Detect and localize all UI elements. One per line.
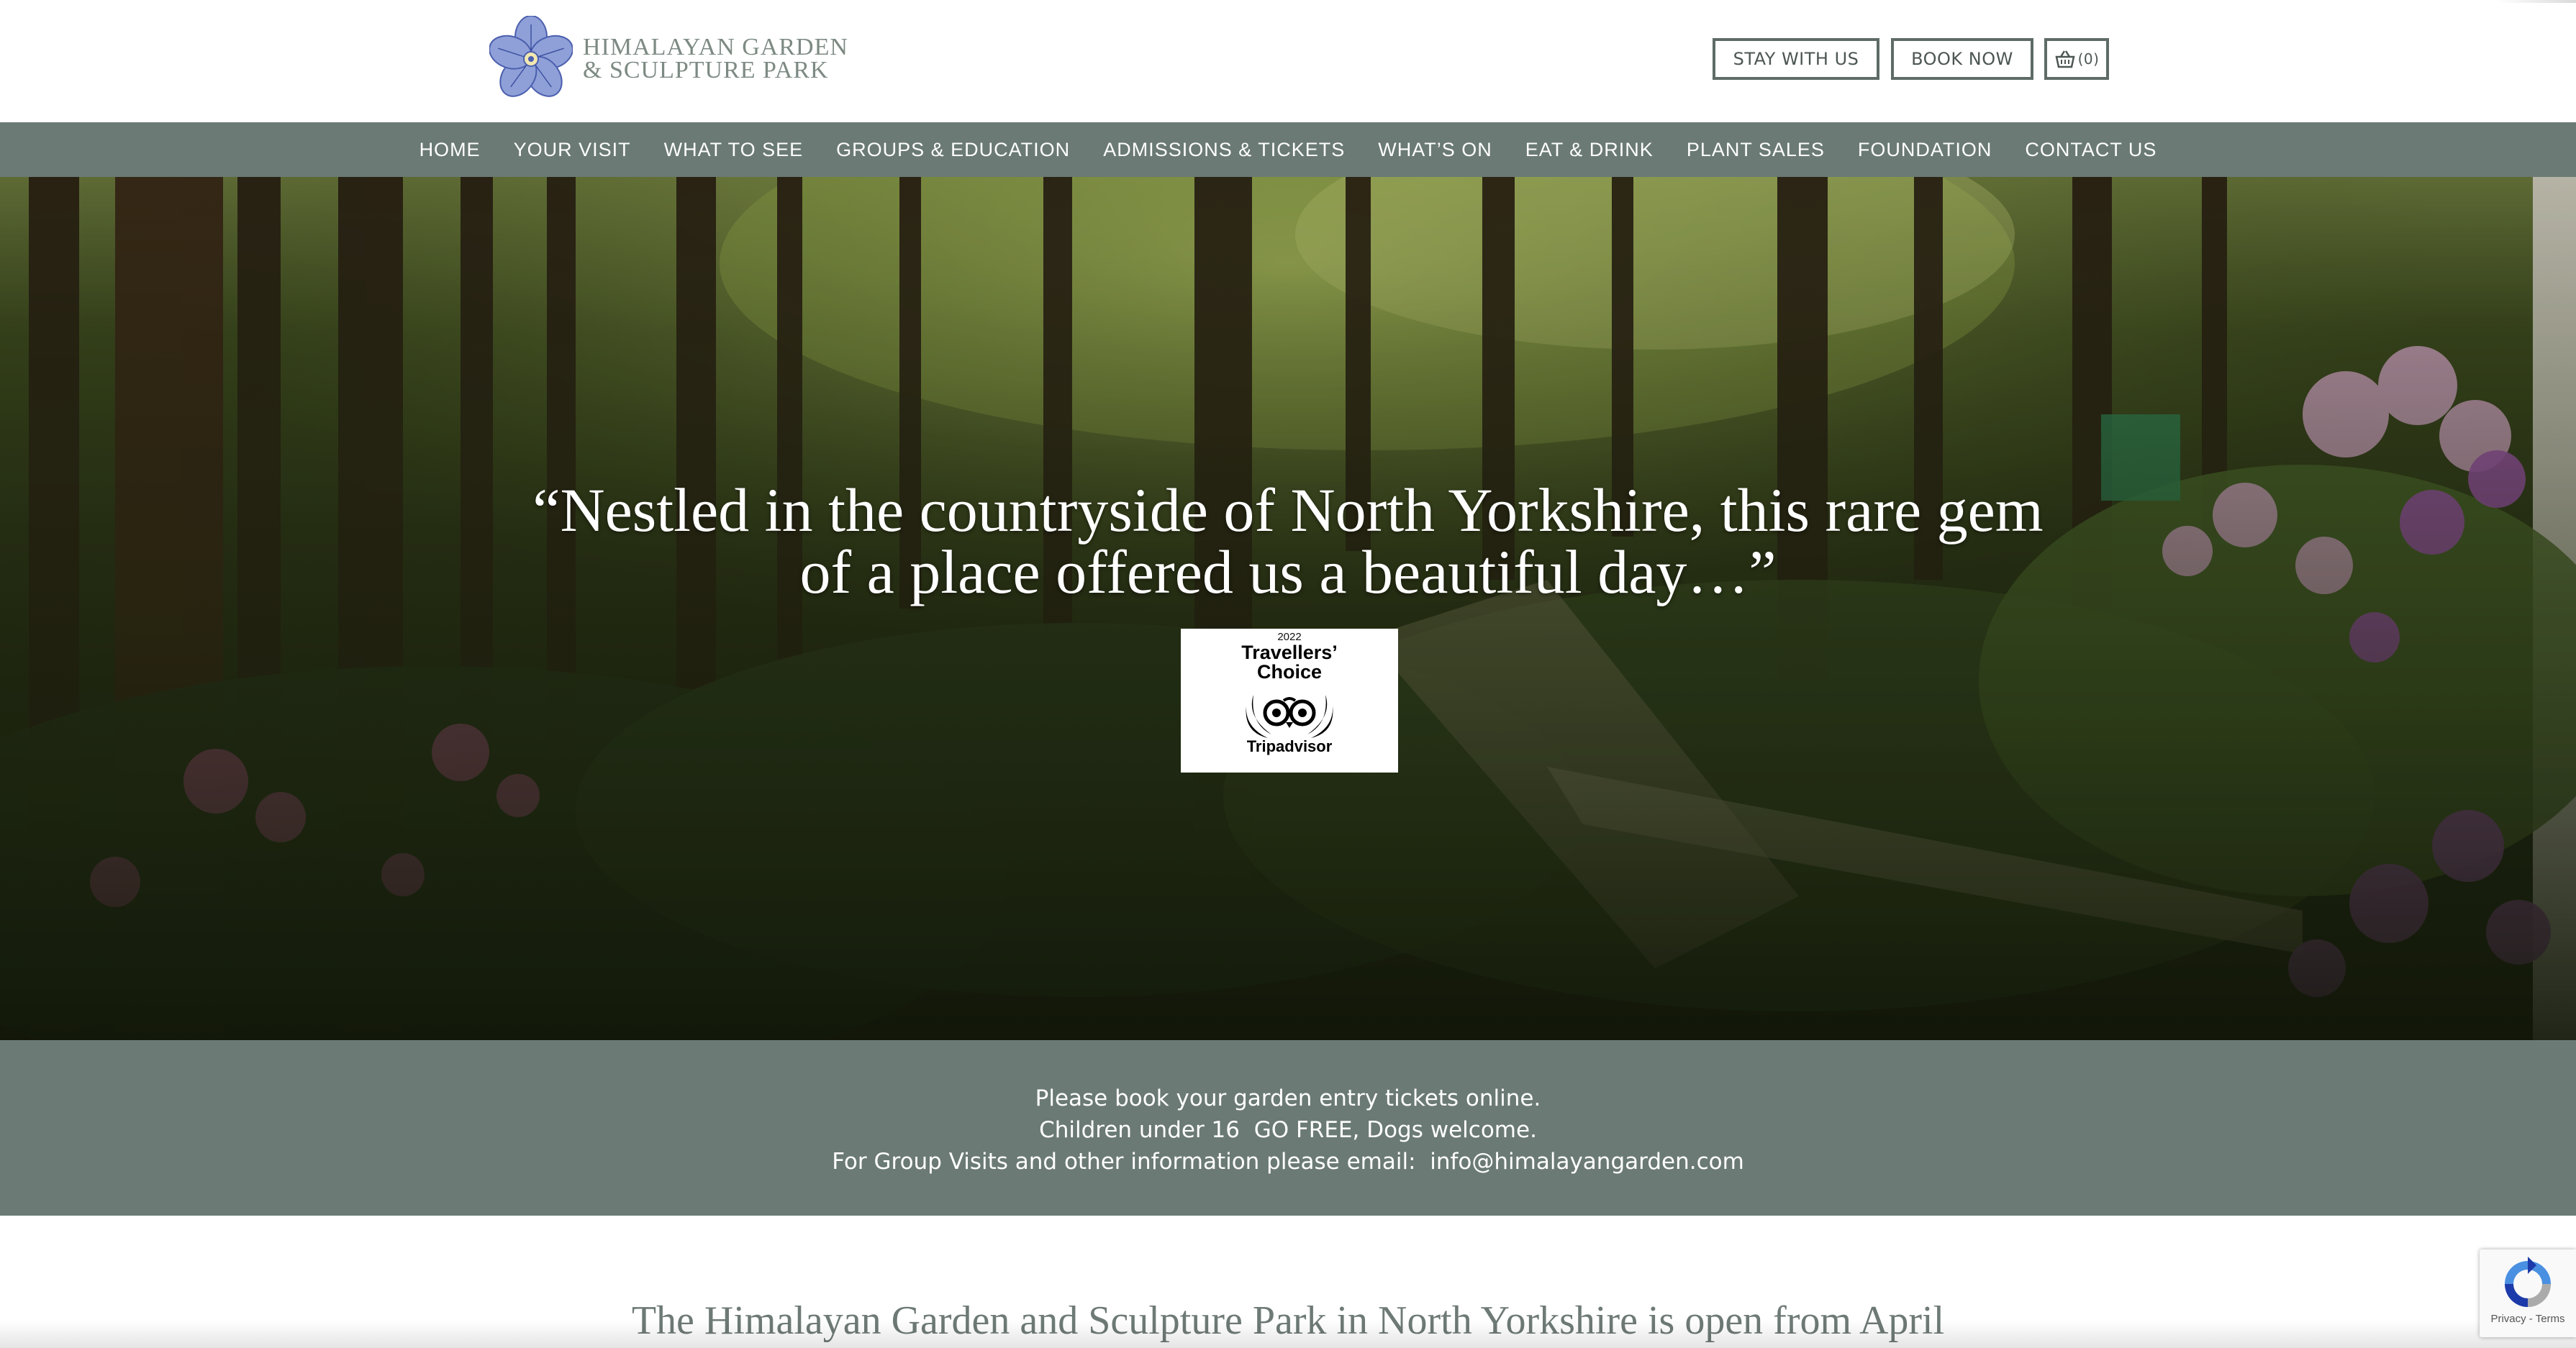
nav-item-foundation[interactable]: FOUNDATION [1841, 139, 2009, 161]
hero-quote: “Nestled in the countryside of North Yor… [0, 479, 2576, 603]
nav-item-your-visit[interactable]: YOUR VISIT [497, 139, 648, 161]
info-line-email: For Group Visits and other information p… [832, 1149, 1744, 1175]
bottom-fade [0, 1319, 2576, 1348]
hero-quote-line-2: of a place offered us a beautiful day…” [799, 537, 1777, 606]
logo-wordmark: HIMALAYAN GARDEN & SCULPTURE PARK [583, 34, 848, 83]
flower-logo-icon [489, 16, 573, 97]
recaptcha-terms-link[interactable]: Terms [2536, 1313, 2565, 1325]
book-now-button[interactable]: BOOK NOW [1891, 38, 2033, 80]
nav-item-admissions-tickets[interactable]: ADMISSIONS & TICKETS [1087, 139, 1361, 161]
info-line-booking: Please book your garden entry tickets on… [1035, 1085, 1541, 1111]
logo-line-1: HIMALAYAN GARDEN [583, 34, 848, 60]
corner-shadow [2497, 0, 2576, 3]
nav-item-eat-drink[interactable]: EAT & DRINK [1509, 139, 1670, 161]
cart-count: (0) [2077, 50, 2100, 68]
main-nav: HOME YOUR VISIT WHAT TO SEE GROUPS & EDU… [0, 122, 2576, 177]
nav-item-what-to-see[interactable]: WHAT TO SEE [648, 139, 820, 161]
site-logo[interactable]: HIMALAYAN GARDEN & SCULPTURE PARK [489, 14, 848, 104]
nav-item-plant-sales[interactable]: PLANT SALES [1670, 139, 1841, 161]
cart-button[interactable]: (0) [2044, 38, 2109, 80]
logo-line-2: & SCULPTURE PARK [583, 57, 829, 83]
info-text: Please book your garden entry tickets on… [0, 1083, 2576, 1178]
recaptcha-privacy-link[interactable]: Privacy [2490, 1313, 2526, 1325]
owl-laurel-icon [1246, 695, 1333, 738]
nav-item-whats-on[interactable]: WHAT’S ON [1361, 139, 1509, 161]
recaptcha-widget[interactable]: Privacy - Terms [2480, 1249, 2576, 1337]
tripadvisor-badge[interactable]: 2022 Travellers’ Choice Tripadvisor [1181, 629, 1398, 773]
nav-item-groups-education[interactable]: GROUPS & EDUCATION [820, 139, 1087, 161]
badge-title-line-1: Travellers’ [1241, 642, 1338, 663]
badge-brand: Tripadvisor [1246, 737, 1333, 755]
recaptcha-icon [2505, 1257, 2551, 1307]
hero-banner: “Nestled in the countryside of North Yor… [0, 177, 2576, 1040]
hero-quote-line-1: “Nestled in the countryside of North Yor… [532, 475, 2044, 545]
stay-with-us-button[interactable]: STAY WITH US [1713, 38, 1879, 80]
badge-title-line-2: Choice [1256, 661, 1323, 683]
hero-woodland-image [0, 177, 2576, 1040]
info-line-children: Children under 16 GO FREE, Dogs welcome. [1039, 1117, 1537, 1143]
nav-item-home[interactable]: HOME [403, 139, 497, 161]
recaptcha-links: Privacy - Terms [2490, 1313, 2565, 1325]
basket-icon [2055, 50, 2075, 68]
info-band: Please book your garden entry tickets on… [0, 1040, 2576, 1216]
nav-item-contact-us[interactable]: CONTACT US [2008, 139, 2173, 161]
site-header: HIMALAYAN GARDEN & SCULPTURE PARK STAY W… [0, 0, 2576, 122]
